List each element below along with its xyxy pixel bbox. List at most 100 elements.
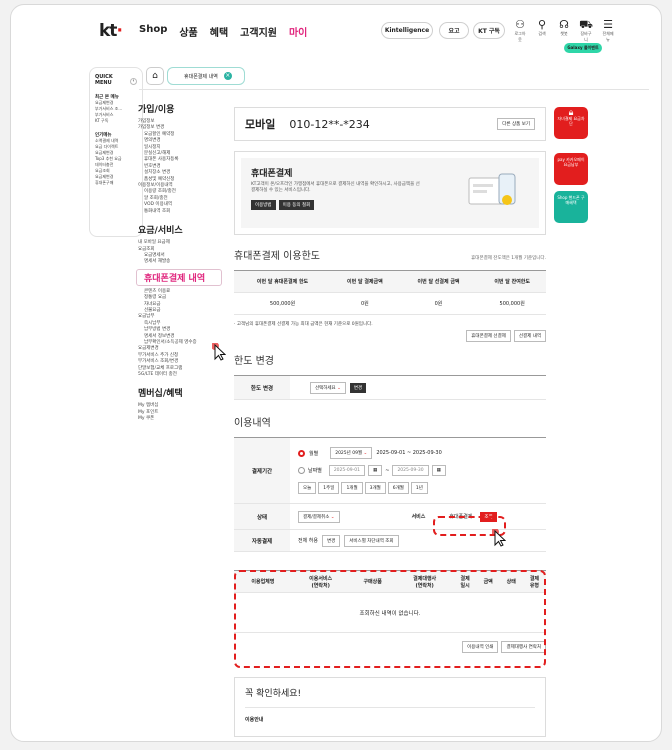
nav-group-billing: 요금/서비스 xyxy=(138,226,183,237)
date-to-input[interactable]: 2025-09-30 xyxy=(392,465,429,476)
nav-item[interactable]: 5G/LTE 데이터 충전 xyxy=(138,372,234,378)
nav-shop[interactable]: Shop xyxy=(139,24,167,39)
nav-group-billing-list: 내 모바일 요금제 요금조회 요금명세서 명세서 재발송 xyxy=(138,240,234,266)
tab-divider xyxy=(139,89,649,90)
status-label: 상태 xyxy=(234,504,290,529)
kt-logo[interactable]: kt· xyxy=(99,21,123,41)
other-product-button[interactable]: 다른 상품 보기 xyxy=(497,118,535,130)
daily-label: 날짜별 xyxy=(308,468,322,474)
range-button[interactable]: 1개월 xyxy=(341,482,363,494)
service-label: 서비스 xyxy=(411,514,426,520)
banner-shop[interactable]: Shop 핸드폰 구매혜택 xyxy=(554,191,588,223)
cursor-pointer-icon xyxy=(492,529,506,547)
tab-label: 휴대폰결제 내역 xyxy=(184,73,218,80)
search-icon[interactable]: ⚲ 검색 xyxy=(535,19,549,43)
nav-group-billing-list-2: 콘텐츠 이용료 정통령 요금 자녀요금 선불요금 요금납부 즉시납부 납부방법 변경 명세서 … xyxy=(138,289,234,379)
galaxy-event-badge[interactable]: Galaxy 몰이벤트 xyxy=(564,43,602,53)
tab-payment-history[interactable]: 휴대폰결제 내역 × xyxy=(167,67,245,85)
close-icon[interactable]: × xyxy=(223,72,232,80)
nav-benefits[interactable]: 혜택 xyxy=(210,24,228,39)
how-to-use-button[interactable]: 이용방법 xyxy=(251,200,276,210)
range-button[interactable]: 1주일 xyxy=(318,482,340,494)
nav-my[interactable]: 마이 xyxy=(289,24,307,39)
popular-menu-item[interactable]: 휴대폰구매 xyxy=(95,180,137,186)
global-nav: Shop 상품 혜택 고객지원 마이 xyxy=(139,24,307,39)
daily-radio[interactable] xyxy=(298,467,305,474)
withdraw-consent-button[interactable]: 이용 동의 철회 xyxy=(278,200,315,210)
left-nav: 가입/이용 가입정보 가입정보 변경 요금할인 예약정 명의변경 일시정지 분실신고/해제… xyxy=(136,102,234,423)
payment-illustration-icon xyxy=(468,173,516,205)
banner-child-payment-block[interactable]: 🔒︎ 자녀결제 요금차단 xyxy=(554,107,588,139)
kt-subscribe-pill[interactable]: KT 구독 xyxy=(473,22,505,39)
auto-pay-value: 전체 허용 xyxy=(298,538,318,544)
nav-group-membership: 멤버십/혜택 xyxy=(138,389,183,400)
nav-support[interactable]: 고객지원 xyxy=(240,24,277,39)
limit-value-4: 500,000원 xyxy=(478,292,546,315)
nav-item[interactable]: 통화내역 조회 xyxy=(138,209,234,215)
info-desc: KT고객이 온/오프라인 가맹점에서 휴대폰으로 결제하신 내역을 확인하시고,… xyxy=(251,182,420,193)
range-button[interactable]: 3개월 xyxy=(364,482,386,494)
cart-icon[interactable]: ⛟ 장바구니 xyxy=(579,19,593,43)
calendar-icon[interactable]: ▦ xyxy=(367,465,383,476)
headset-icon[interactable]: ☊ 챗봇 xyxy=(557,19,571,43)
period-label: 결제기간 xyxy=(234,438,290,503)
limit-footer: · 고객님의 휴대폰결제 선결제 가능 최대 금액은 현재 기준으로 0원입니다… xyxy=(234,321,546,327)
home-icon: ⌂ xyxy=(152,71,158,81)
quick-menu: QUICK MENU ‹ 최근 본 메뉴 요금제변경 부가서비스 조... 부가서비스… xyxy=(89,67,143,237)
change-button[interactable]: 변경 xyxy=(349,382,367,393)
info-box: 휴대폰결제 KT고객이 온/오프라인 가맹점에서 휴대폰으로 결제하신 내역을 … xyxy=(241,158,539,228)
limit-th-1: 이번 달 휴대폰결제 한도 xyxy=(234,270,332,293)
nav-item[interactable]: My 쿠폰 xyxy=(138,416,234,422)
phone-card: 모바일 010-12**-*234 다른 상품 보기 xyxy=(234,107,546,141)
monthly-label: 월별 xyxy=(309,450,319,457)
auto-pay-label: 자동결제 xyxy=(234,530,290,551)
change-section-title: 한도 변경 xyxy=(234,356,274,367)
usage-section-title: 이용내역 xyxy=(234,418,271,429)
product-label: 모바일 xyxy=(245,118,276,131)
range-button[interactable]: 1년 xyxy=(410,482,428,494)
limit-section-title: 휴대폰결제 이용한도 휴대폰결제 잔도액은 1개월 기준입니다. xyxy=(234,251,546,262)
blocked-history-button[interactable]: 서비스별 차단내역 조회 xyxy=(344,534,399,547)
notice-title: 꼭 확인하세요! xyxy=(245,689,302,699)
prepay-button[interactable]: 휴대폰결제 선결제 xyxy=(466,330,511,342)
status-select[interactable]: 결제/결제취소 ⌄ xyxy=(298,510,340,523)
range-button[interactable]: 6개월 xyxy=(387,482,409,494)
calendar-icon[interactable]: ▦ xyxy=(431,465,446,476)
nav-item[interactable]: 명세서 재발송 xyxy=(138,259,234,265)
nav-item-phone-payment[interactable]: 휴대폰결제 내역 xyxy=(136,268,222,286)
nav-group-join-list: 가입정보 가입정보 변경 요금할인 예약정 명의변경 일시정지 분실신고/해제 휴대폰 사용… xyxy=(138,119,234,215)
date-from-input[interactable]: 2025-09-01 xyxy=(328,465,365,476)
notice-card: 꼭 확인하세요! 이용안내 xyxy=(234,677,546,737)
menu-icon[interactable]: ☰ 전체메뉴 xyxy=(601,19,615,43)
limit-footnote: · 고객님의 휴대폰결제 선결제 가능 최대 금액은 현재 기준으로 0원입니다… xyxy=(234,322,373,327)
recent-menu-list: 요금제변경 부가서비스 조... 부가서비스 KT 구독 xyxy=(95,100,137,124)
nav-products[interactable]: 상품 xyxy=(179,24,197,39)
kintelligence-pill[interactable]: Kintelligence xyxy=(381,22,433,39)
home-button[interactable]: ⌂ xyxy=(146,67,164,85)
range-button[interactable]: 오늘 xyxy=(298,482,317,494)
change-form: 한도 변경 선택하세요 ⌄ 변경 xyxy=(234,375,546,400)
monthly-radio[interactable] xyxy=(298,449,305,457)
recent-menu-item[interactable]: KT 구독 xyxy=(95,118,137,124)
limit-th-2: 이번 달 결제금액 xyxy=(331,270,399,293)
cursor-pointer-icon xyxy=(212,343,226,361)
global-header: kt· Shop 상품 혜택 고객지원 마이 Kintelligence 요고 … xyxy=(11,5,661,57)
limit-th-3: 이번 달 선결제 금액 xyxy=(398,270,479,293)
auto-pay-change-button[interactable]: 변경 xyxy=(322,534,341,547)
page-frame: kt· Shop 상품 혜택 고객지원 마이 Kintelligence 요고 … xyxy=(10,4,662,742)
change-label: 한도 변경 xyxy=(234,376,290,399)
month-select[interactable]: 2025년 09월 ⌄ xyxy=(330,447,373,459)
nav-group-membership-list: My 멤버십 My 포인트 My 쿠폰 xyxy=(138,403,234,422)
user-icon[interactable]: ⚇ 로그아웃 xyxy=(513,19,527,43)
quick-range-buttons: 오늘 1주일 1개월 3개월 6개월 1년 xyxy=(298,482,428,494)
phone-number: 010-12**-*234 xyxy=(289,117,370,131)
yogo-pill[interactable]: 요고 xyxy=(439,22,469,39)
results-highlight xyxy=(234,570,546,668)
prepay-history-button[interactable]: 선결제 내역 xyxy=(513,330,546,342)
popular-menu-list: 소액결제 내역 요금 다이렉트 요금제변경 Top3 추천 요금 데이터충전 요금조회 요금… xyxy=(95,138,137,186)
collapse-icon[interactable]: ‹ xyxy=(130,78,137,85)
limit-table: 이번 달 휴대폰결제 한도 이번 달 결제금액 이번 달 선결제 금액 이번 달… xyxy=(234,270,546,315)
limit-value-1: 500,000원 xyxy=(234,292,332,315)
limit-select[interactable]: 선택하세요 ⌄ xyxy=(310,381,346,394)
banner-kakaopay[interactable]: pay 카카오페이 요금납부 xyxy=(554,153,588,185)
